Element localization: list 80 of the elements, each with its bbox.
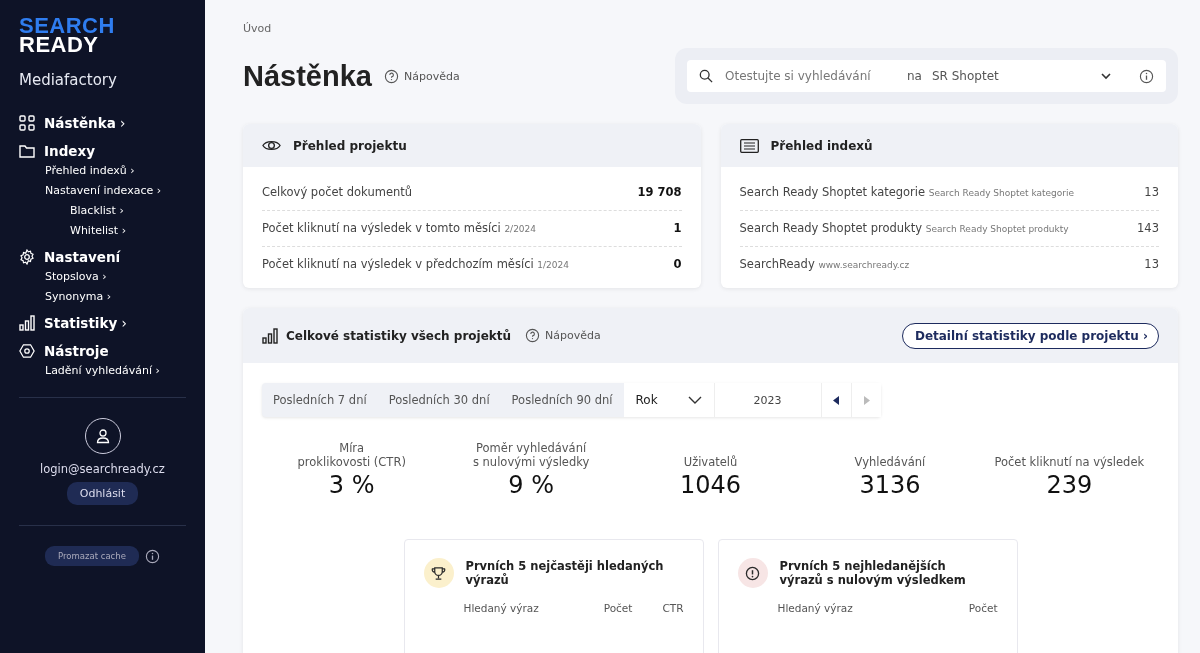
range-tab[interactable]: Posledních 30 dní <box>377 383 501 417</box>
info-icon[interactable] <box>144 548 160 564</box>
search-field[interactable]: Otestujte si vyhledávání na SR Shoptet <box>687 60 1166 92</box>
hexagon-icon <box>19 343 35 359</box>
help-link[interactable]: Nápověda <box>545 329 601 342</box>
range-tab[interactable]: Posledních 90 dní <box>500 383 624 417</box>
row-value: 13 <box>1144 185 1159 199</box>
column-header: Počet <box>603 602 633 614</box>
grid-icon <box>19 115 35 131</box>
sidebar-section[interactable]: Indexy <box>44 143 95 159</box>
card-title: Celkové statistiky všech projektů <box>286 328 512 343</box>
list-icon <box>739 138 759 153</box>
row-label: Počet kliknutí na výsledek v předchozím měsíci 1/2024 <box>262 257 569 271</box>
column-header: Hledaný výraz <box>463 602 540 614</box>
metric-value: 3 % <box>328 471 375 499</box>
sidebar-link[interactable]: Ladění vyhledávání › <box>45 364 160 377</box>
metric-label: Vyhledávání <box>854 455 926 469</box>
range-tab[interactable]: Posledních 7 dní <box>262 383 378 417</box>
breadcrumb[interactable]: Úvod <box>243 22 1178 35</box>
info-icon[interactable] <box>1139 68 1154 84</box>
metric-label: Uživatelů <box>683 455 738 469</box>
row-label: Počet kliknutí na výsledek v tomto měsíci 2/2024 <box>262 221 537 235</box>
detail-statistics-button[interactable]: Detailní statistiky podle projektu › <box>901 322 1159 349</box>
sidebar-link[interactable]: Stopslova › <box>45 270 107 283</box>
sidebar-section[interactable]: Nástroje <box>44 343 109 359</box>
row-value: 19 708 <box>637 185 682 199</box>
card-title: Prvních 5 nejčastěji hledaných výrazů <box>465 559 665 587</box>
search-on-label: na <box>907 69 922 83</box>
trophy-icon <box>431 565 446 581</box>
sidebar-section[interactable]: Statistiky › <box>44 315 127 331</box>
logout-button[interactable]: Odhlásit <box>66 482 139 505</box>
help-link[interactable]: Nápověda <box>403 69 460 83</box>
row-label: SearchReady www.searchready.cz <box>739 257 910 271</box>
sidebar-link[interactable]: Whitelist › <box>70 224 127 237</box>
help-icon <box>525 328 541 343</box>
metric-value: 239 <box>1046 471 1093 499</box>
column-header: Počet <box>968 602 998 614</box>
sidebar-link[interactable]: Synonyma › <box>45 290 112 303</box>
eye-icon <box>262 139 281 152</box>
sidebar-section[interactable]: Nastavení <box>44 249 121 265</box>
row-value: 0 <box>673 257 682 271</box>
alert-icon <box>745 565 760 581</box>
previous-icon[interactable] <box>820 383 851 417</box>
row-value: 1 <box>673 221 682 235</box>
card-title: Přehled projektu <box>293 138 407 153</box>
page-title: Nástěnka <box>243 59 372 93</box>
column-header: CTR <box>662 602 684 614</box>
row-label: Search Ready Shoptet produkty Search Ready Shoptet produkty <box>739 221 1069 235</box>
metric-value: 9 % <box>508 471 554 499</box>
metric-value: 3136 <box>859 471 921 499</box>
user-email: login@searchready.cz <box>40 462 165 476</box>
help-icon <box>383 68 399 84</box>
sidebar-link[interactable]: Blacklist › <box>70 204 124 217</box>
clear-cache-button[interactable]: Promazat cache <box>45 546 139 566</box>
year-value: 2023 <box>713 383 821 417</box>
period-select[interactable]: Rok <box>623 383 714 417</box>
folder-icon <box>19 143 35 159</box>
column-header: Hledaný výraz <box>777 602 854 614</box>
settings-icon <box>19 249 35 265</box>
row-value: 143 <box>1137 221 1159 235</box>
row-value: 13 <box>1144 257 1159 271</box>
metric-label: Počet kliknutí na výsledek <box>994 455 1145 469</box>
project-select[interactable]: SR Shoptet <box>931 69 999 83</box>
logo: SEARCH READY <box>19 16 116 54</box>
sidebar-link[interactable]: Nastavení indexace › <box>45 184 162 197</box>
sidebar-section[interactable]: Nástěnka › <box>44 115 126 131</box>
search-icon <box>699 69 713 83</box>
project-name: Mediafactory <box>19 71 118 89</box>
chevron-down-icon <box>1101 72 1111 80</box>
card-title: Prvních 5 nejhledanějších výrazů s nulovým výsledkem <box>779 559 967 587</box>
bar-chart-icon <box>262 327 278 344</box>
card-title: Přehled indexů <box>770 138 873 153</box>
metric-label: Míra proklikovosti (CTR) <box>297 441 406 469</box>
sidebar-link[interactable]: Přehled indexů › <box>45 164 135 177</box>
metric-value: 1046 <box>679 471 742 499</box>
metric-label: Poměr vyhledávání s nulovými výsledky <box>472 441 590 469</box>
row-label: Celkový počet dokumentů <box>262 185 413 199</box>
bar-chart-icon <box>19 315 35 331</box>
row-label: Search Ready Shoptet kategorie Search Ready Shoptet kategorie <box>739 185 1075 199</box>
chevron-down-icon <box>687 396 702 404</box>
